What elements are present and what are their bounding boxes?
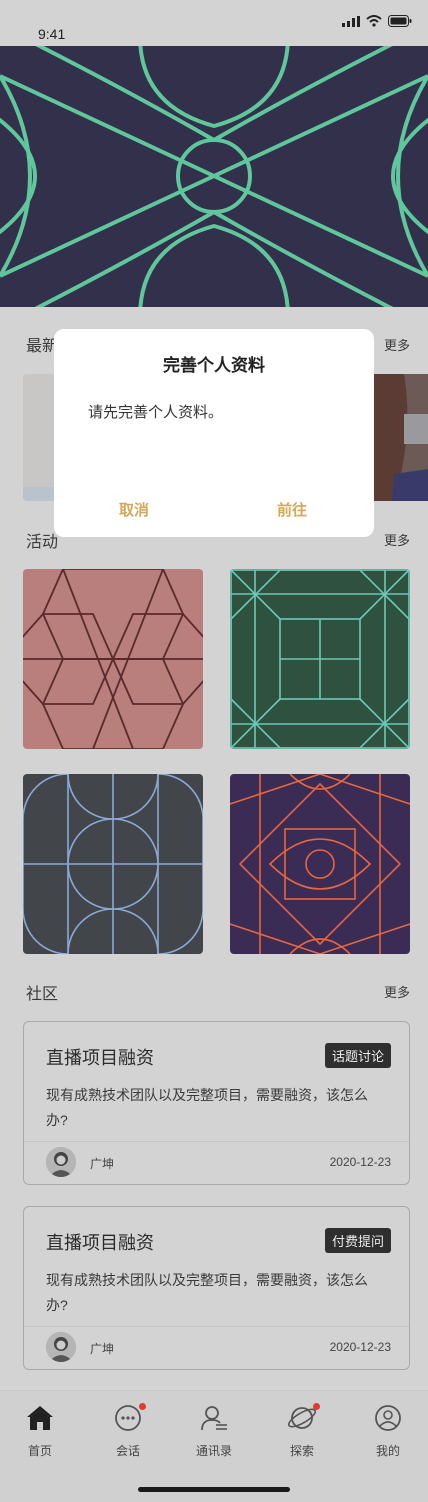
tab-label: 探索 [289,1444,314,1458]
tab-home[interactable]: 首页 [10,1405,70,1459]
tab-label: 通讯录 [195,1444,232,1458]
hero-banner[interactable] [0,46,428,307]
post-date: 2020-12-23 [329,1340,391,1354]
profile-icon [375,1405,401,1431]
post-title: 直播项目融资 [46,1233,154,1253]
post-tag: 付费提问 [324,1228,391,1253]
post-tag: 话题讨论 [324,1043,391,1068]
tab-label: 首页 [27,1444,52,1458]
chat-icon [115,1405,141,1431]
notification-badge [313,1403,320,1410]
post-author: 广坤 [90,1342,115,1356]
status-bar: 9:41 [0,0,428,46]
divider [24,1326,409,1327]
post-body: 现有成熟技术团队以及完整项目，需要融资，该怎么办? [46,1087,368,1128]
post-title: 直播项目融资 [46,1048,154,1068]
activity-tile-4[interactable] [230,774,410,954]
activity-tile-3[interactable] [23,774,203,954]
tab-contacts[interactable]: 通讯录 [184,1405,244,1459]
home-icon [27,1406,53,1430]
divider [24,1141,409,1142]
tab-bar: 首页 会话 通讯录 探索 我的 [0,1390,428,1502]
contacts-icon [201,1406,227,1431]
banner-pattern [0,46,428,307]
post-card[interactable]: 直播项目融资 付费提问 现有成熟技术团队以及完整项目，需要融资，该怎么办? 广坤… [23,1206,410,1370]
confirm-button[interactable]: 前往 [232,499,352,520]
avatar[interactable] [46,1147,76,1177]
latest-more-link[interactable]: 更多 [384,335,410,354]
activity-section-title: 活动 [26,534,59,551]
post-date: 2020-12-23 [329,1155,391,1169]
community-more-link[interactable]: 更多 [384,982,410,1001]
dialog-title: 完善个人资料 [163,356,265,375]
post-card[interactable]: 直播项目融资 话题讨论 现有成熟技术团队以及完整项目，需要融资，该怎么办? 广坤… [23,1021,410,1185]
cancel-button[interactable]: 取消 [74,499,194,520]
latest-card-right[interactable] [374,374,428,501]
avatar[interactable] [46,1332,76,1362]
status-time: 9:41 [38,26,66,42]
activity-tile-2[interactable] [230,569,410,749]
planet-icon [287,1407,317,1429]
activity-tile-1[interactable] [23,569,203,749]
tab-label: 会话 [115,1444,140,1458]
community-section-title: 社区 [26,986,59,1003]
post-author: 广坤 [90,1157,115,1171]
post-body: 现有成熟技术团队以及完整项目，需要融资，该怎么办? [46,1272,368,1313]
battery-icon [388,15,412,27]
notification-badge [139,1403,146,1410]
home-indicator[interactable] [138,1487,290,1492]
tab-profile[interactable]: 我的 [358,1405,418,1459]
tab-explore[interactable]: 探索 [272,1403,332,1459]
wifi-icon [366,15,382,27]
tab-label: 我的 [375,1444,400,1458]
activity-more-link[interactable]: 更多 [384,530,410,549]
tab-chat[interactable]: 会话 [98,1403,158,1459]
signal-icon [342,15,360,27]
complete-profile-dialog: 完善个人资料 请先完善个人资料。 取消 前往 [54,329,374,537]
dialog-message: 请先完善个人资料。 [88,404,224,421]
